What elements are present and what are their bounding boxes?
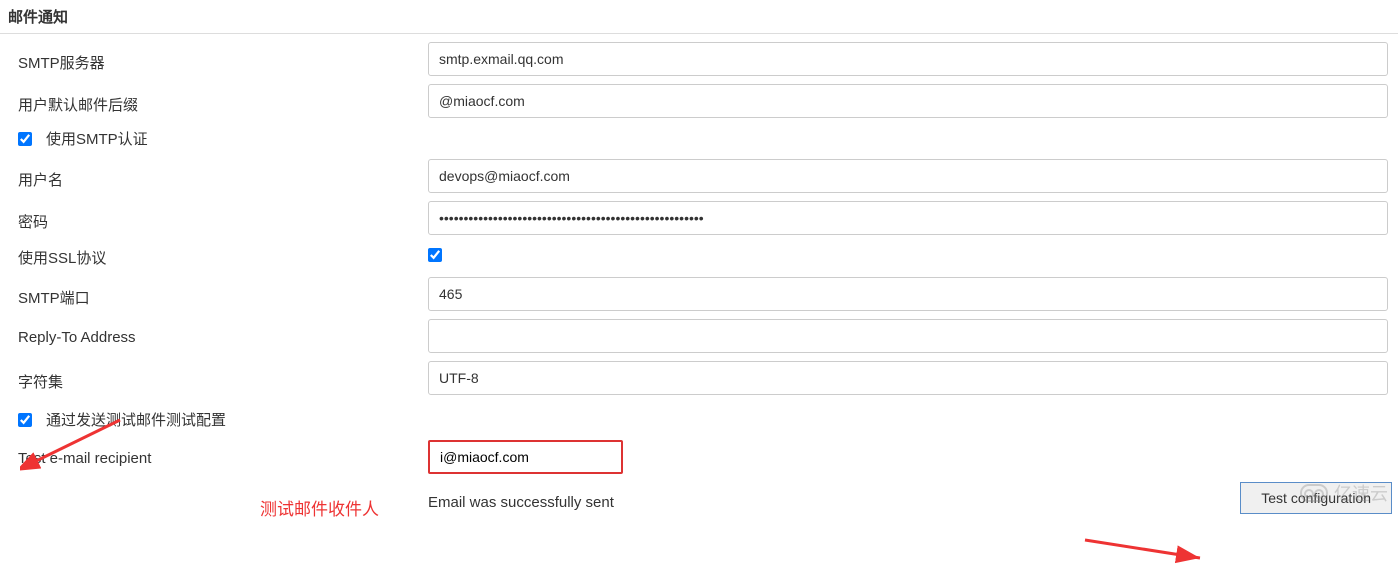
label-use-ssl: 使用SSL协议 <box>18 243 428 268</box>
checkbox-use-smtp-auth[interactable] <box>18 132 32 146</box>
input-smtp-server[interactable] <box>428 42 1388 76</box>
watermark: 亿速云 <box>1300 480 1388 506</box>
checkbox-use-ssl[interactable] <box>428 248 442 262</box>
row-use-smtp-auth: 使用SMTP认证 <box>0 122 1398 155</box>
row-smtp-server: SMTP服务器 <box>0 38 1398 80</box>
input-default-suffix[interactable] <box>428 84 1388 118</box>
row-smtp-port: SMTP端口 <box>0 273 1398 315</box>
row-password: 密码 <box>0 197 1398 239</box>
label-test-by-send: 通过发送测试邮件测试配置 <box>46 409 226 430</box>
row-default-suffix: 用户默认邮件后缀 <box>0 80 1398 122</box>
label-charset: 字符集 <box>18 361 428 392</box>
input-reply-to[interactable] <box>428 319 1388 353</box>
input-test-recipient[interactable] <box>428 440 623 474</box>
label-use-smtp-auth: 使用SMTP认证 <box>46 128 148 149</box>
row-reply-to: Reply-To Address <box>0 315 1398 357</box>
watermark-text: 亿速云 <box>1334 480 1388 506</box>
input-charset[interactable] <box>428 361 1388 395</box>
email-config-form: SMTP服务器 用户默认邮件后缀 使用SMTP认证 用户名 密码 使用SSL协议… <box>0 34 1398 518</box>
row-username: 用户名 <box>0 155 1398 197</box>
label-smtp-server: SMTP服务器 <box>18 42 428 73</box>
arrow-icon <box>1080 530 1215 570</box>
input-password[interactable] <box>428 201 1388 235</box>
input-username[interactable] <box>428 159 1388 193</box>
label-password: 密码 <box>18 201 428 232</box>
label-reply-to: Reply-To Address <box>18 319 428 346</box>
row-test-by-send: 通过发送测试邮件测试配置 <box>0 399 1398 436</box>
cloud-icon <box>1300 484 1328 502</box>
row-test-recipient: Test e-mail recipient <box>0 436 1398 478</box>
section-title: 邮件通知 <box>0 0 1398 34</box>
label-smtp-port: SMTP端口 <box>18 277 428 308</box>
status-message: Email was successfully sent <box>428 486 614 511</box>
checkbox-test-by-send[interactable] <box>18 413 32 427</box>
label-username: 用户名 <box>18 159 428 190</box>
row-status-and-button: Email was successfully sent Test configu… <box>0 478 1398 518</box>
label-default-suffix: 用户默认邮件后缀 <box>18 84 428 115</box>
label-test-recipient: Test e-mail recipient <box>18 440 428 467</box>
input-smtp-port[interactable] <box>428 277 1388 311</box>
row-charset: 字符集 <box>0 357 1398 399</box>
row-use-ssl: 使用SSL协议 <box>0 239 1398 273</box>
